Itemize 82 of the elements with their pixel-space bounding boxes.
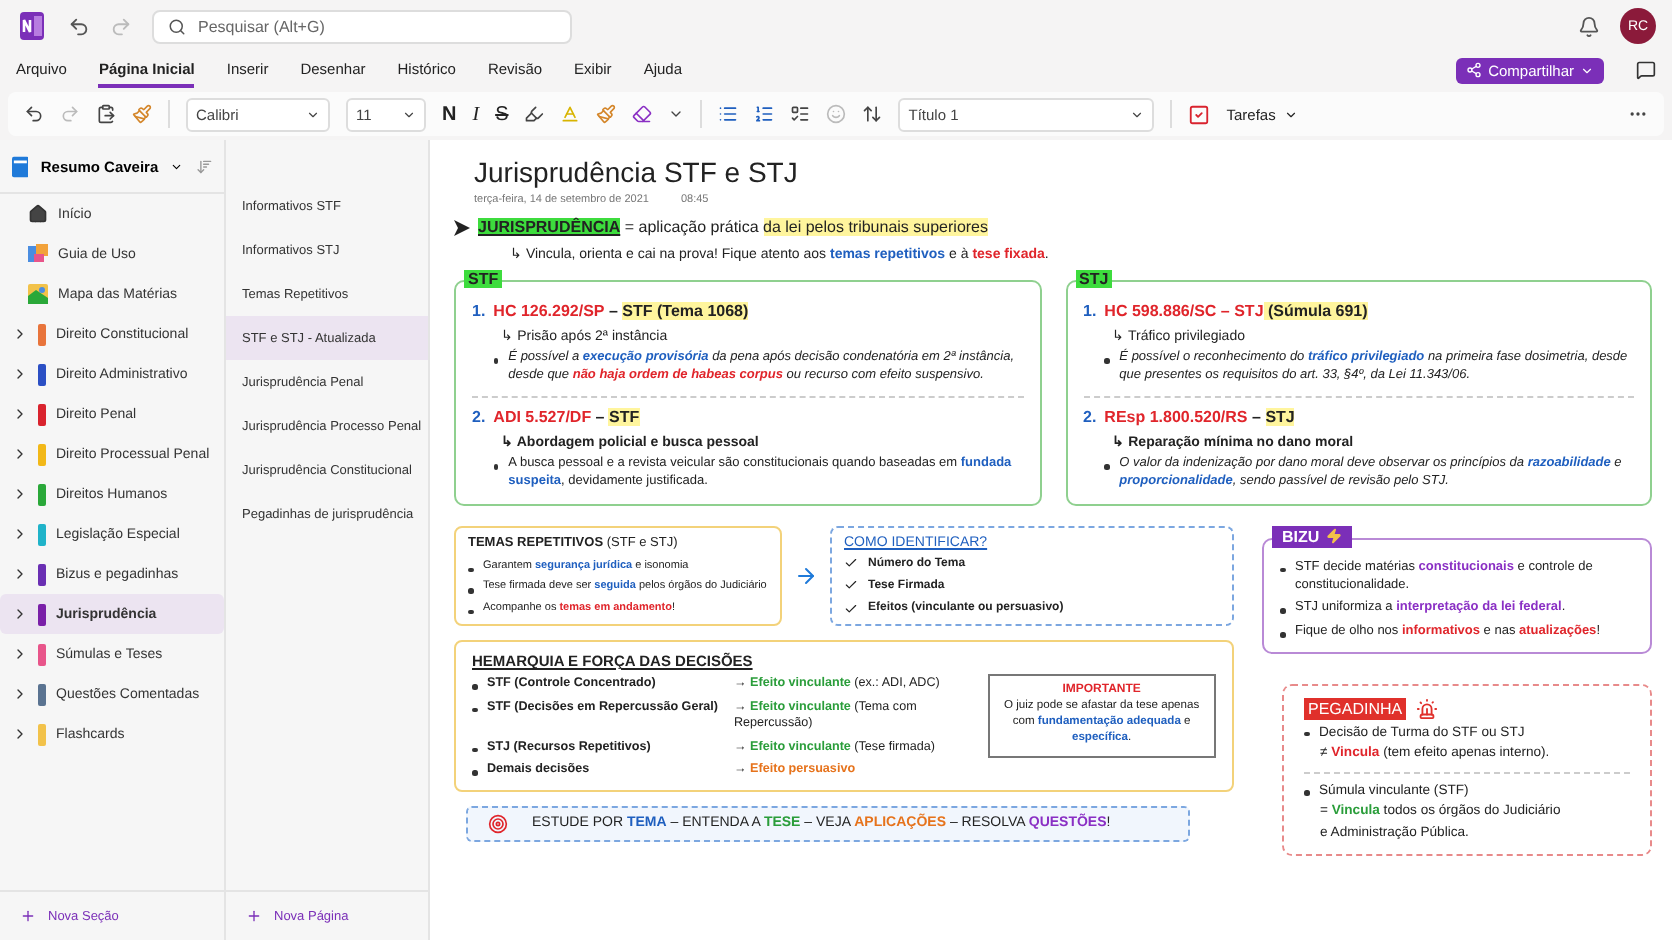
brush-icon[interactable] xyxy=(596,104,617,124)
plus-icon xyxy=(246,908,262,924)
bullet-icon xyxy=(1280,632,1285,638)
comment-icon[interactable] xyxy=(1636,60,1656,80)
item-number: 1. xyxy=(472,302,486,325)
intro-text: JURISPRUDÊNCIA = aplicação prática da lei pelos tribunais superiores xyxy=(478,218,989,240)
trap-tag: PEGADINHA xyxy=(1304,697,1407,720)
page-title: Jurisprudência STF e STJ xyxy=(474,156,800,188)
chevron-right-icon[interactable] xyxy=(12,606,28,622)
chevron-down-icon xyxy=(1580,63,1594,77)
tip-tag: BIZU xyxy=(1272,525,1352,548)
chevron-right-icon[interactable] xyxy=(12,526,28,542)
arrowhead-icon xyxy=(454,220,470,237)
guide-icon xyxy=(28,244,48,264)
bullet-icon xyxy=(1280,567,1285,573)
bullet-icon xyxy=(1280,608,1285,614)
strikethrough-button[interactable]: S xyxy=(495,103,509,125)
italic-button[interactable]: I xyxy=(472,103,480,125)
chevron-right-icon[interactable] xyxy=(12,486,28,502)
map-icon xyxy=(28,284,48,304)
chevron-down-icon xyxy=(402,107,416,121)
undo-icon[interactable] xyxy=(68,15,90,37)
notebook-icon xyxy=(12,155,29,177)
bullet-icon xyxy=(468,588,473,594)
bullet-icon xyxy=(493,464,499,470)
bullet-icon xyxy=(468,609,473,614)
case-heading: HC 126.292/SP – STF (Tema 1068) xyxy=(493,302,751,325)
checklist-icon[interactable] xyxy=(790,104,811,124)
case-heading: ADI 5.527/DF – STF xyxy=(493,408,642,430)
chevron-down-icon xyxy=(1283,107,1298,121)
bullet-icon xyxy=(472,707,477,713)
bullet-icon xyxy=(1304,790,1309,796)
bullet-icon xyxy=(1104,464,1110,470)
search-field[interactable]: Pesquisar (Alt+G) xyxy=(152,9,572,43)
plus-icon xyxy=(20,908,36,924)
court-tag: STJ xyxy=(1075,270,1113,289)
share-icon xyxy=(1466,62,1483,78)
bullet-icon xyxy=(1104,358,1110,364)
case-heading: HC 598.886/SC – STJ (Súmula 691) xyxy=(1104,302,1370,325)
arrow-right-icon xyxy=(794,563,818,588)
format-painter-icon[interactable] xyxy=(132,104,152,124)
case-heading: REsp 1.800.520/RS – STJ xyxy=(1104,408,1297,430)
bullet-icon xyxy=(472,684,477,690)
font-color-icon[interactable] xyxy=(560,104,581,124)
sort-icon[interactable] xyxy=(195,157,212,175)
bullet-icon xyxy=(472,747,477,753)
undo-icon[interactable] xyxy=(24,104,44,124)
bullet-list-icon[interactable] xyxy=(718,104,739,124)
chevron-right-icon[interactable] xyxy=(12,646,28,662)
checkbox-icon[interactable] xyxy=(1188,103,1211,125)
chevron-down-icon xyxy=(306,107,320,121)
chevron-right-icon[interactable] xyxy=(12,406,28,422)
chevron-right-icon[interactable] xyxy=(12,566,28,582)
chevron-right-icon[interactable] xyxy=(12,446,28,462)
clear-format-icon[interactable] xyxy=(632,104,653,124)
chevron-right-icon[interactable] xyxy=(12,326,28,342)
chevron-right-icon[interactable] xyxy=(12,366,28,382)
chevron-down-icon[interactable] xyxy=(668,106,685,122)
line-spacing-icon[interactable] xyxy=(862,104,883,124)
bullet-icon xyxy=(468,567,473,573)
item-number: 1. xyxy=(1083,302,1097,325)
chevron-down-icon[interactable] xyxy=(170,159,184,173)
bullet-icon xyxy=(493,358,499,364)
chevron-right-icon[interactable] xyxy=(12,686,28,702)
chevron-down-icon xyxy=(1130,107,1145,121)
lightning-icon xyxy=(1325,528,1342,545)
item-number: 2. xyxy=(1083,408,1097,430)
chevron-right-icon[interactable] xyxy=(12,726,28,742)
item-number: 2. xyxy=(472,408,486,430)
bullet-icon xyxy=(472,770,477,776)
siren-icon xyxy=(1416,697,1439,720)
bold-button[interactable]: N xyxy=(442,103,457,125)
home-icon xyxy=(28,204,48,224)
search-icon xyxy=(168,17,186,35)
bullet-icon xyxy=(1304,731,1309,737)
bell-icon[interactable] xyxy=(1578,15,1600,37)
paste-icon[interactable] xyxy=(96,104,116,124)
target-icon xyxy=(488,813,508,834)
court-tag: STF xyxy=(464,270,503,289)
highlighter-icon[interactable] xyxy=(524,104,545,124)
numbered-list-icon[interactable] xyxy=(754,104,775,124)
app-logo-icon[interactable] xyxy=(16,10,48,42)
